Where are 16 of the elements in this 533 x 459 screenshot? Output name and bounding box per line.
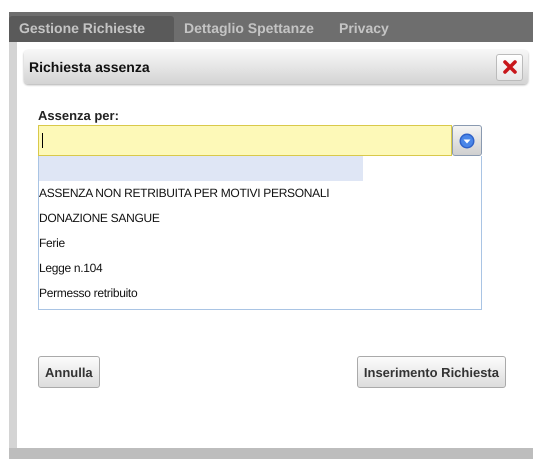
cancel-button[interactable]: Annulla	[38, 356, 100, 388]
field-label: Assenza per:	[38, 108, 120, 123]
list-option[interactable]: Permesso retribuito	[39, 281, 363, 306]
dialog-title: Richiesta assenza	[29, 59, 150, 75]
tab[interactable]: Gestione Richieste	[9, 16, 174, 42]
input-field[interactable]	[38, 125, 452, 156]
close-icon	[502, 60, 516, 74]
list-option[interactable]: Legge n.104	[39, 256, 363, 281]
caret-icon	[459, 132, 475, 148]
close-button[interactable]	[496, 54, 523, 80]
list-option[interactable]: DONAZIONE SANGUE	[39, 206, 363, 231]
dropdown-button[interactable]	[452, 125, 482, 156]
submit-button[interactable]: Inserimento Richiesta	[356, 356, 506, 388]
list-option[interactable]: Ferie	[39, 231, 363, 256]
list-option[interactable]: ASSENZA NON RETRIBUITA PER MOTIVI PERSONALI	[39, 181, 363, 206]
text-cursor	[42, 133, 43, 148]
